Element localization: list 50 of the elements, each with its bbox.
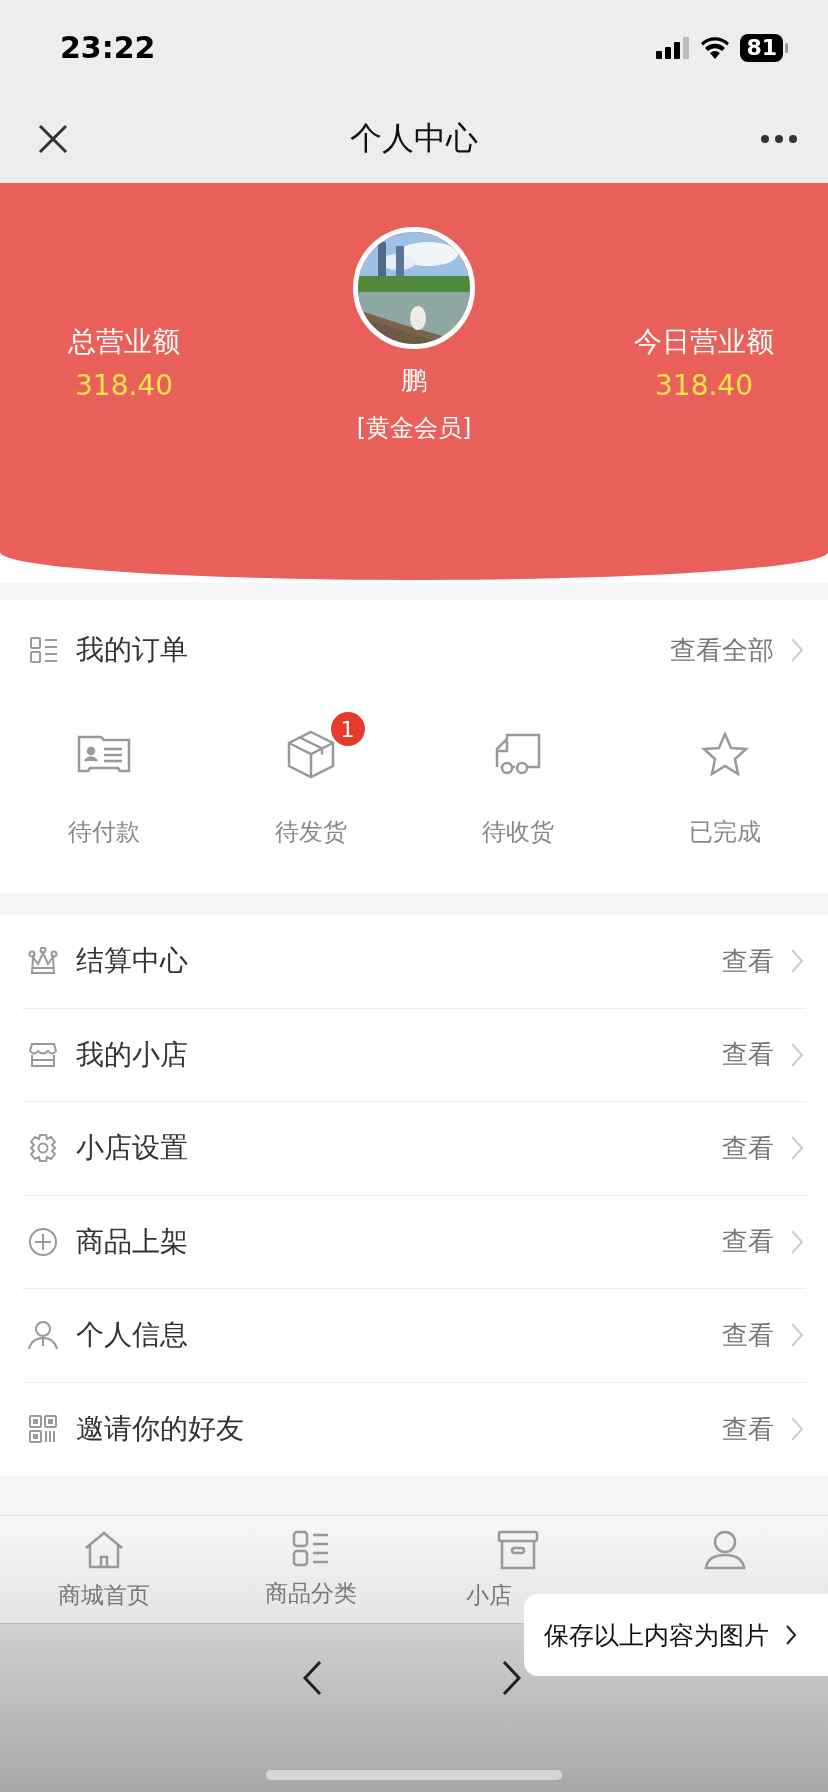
order-status-item[interactable]: 待收货 [414,700,621,848]
order-status-item[interactable]: 1 待发货 [207,700,414,848]
menu-item[interactable]: 结算中心 查看 [22,915,806,1009]
user-name: 鹏 [401,364,427,397]
user-icon [703,1530,746,1570]
person-icon [28,1320,58,1351]
back-icon[interactable] [302,1660,322,1696]
forward-icon[interactable] [502,1660,522,1696]
stat-value: 318.40 [655,369,753,402]
category-icon [291,1530,330,1568]
view-all-link[interactable]: 查看全部 [670,632,804,668]
menu-item[interactable]: 商品上架 查看 [22,1195,806,1289]
archive-box-icon [496,1530,539,1570]
list-icon [30,637,58,663]
crown-icon [28,947,58,976]
menu-item[interactable]: 我的小店 查看 [22,1008,806,1102]
member-level: [黄金会员] [356,413,472,444]
chevron-right-icon [790,948,804,975]
orders-title: 我的订单 [76,632,189,668]
close-icon[interactable] [38,124,68,154]
chevron-right-icon [790,1416,804,1443]
menu-item[interactable]: 邀请你的好友 查看 [22,1382,806,1476]
add-icon [28,1226,58,1257]
count-badge: 1 [330,712,365,746]
status-time: 23:22 [60,30,156,65]
chevron-right-icon [785,1624,797,1646]
id-card-icon [76,733,131,775]
stat-value: 318.40 [75,369,173,402]
chevron-right-icon [790,1135,804,1162]
stat-label: 今日营业额 [634,324,774,360]
tab-item[interactable]: 商城首页 [0,1516,207,1623]
chevron-right-icon [790,1041,804,1068]
settings-icon [28,1133,58,1164]
tab-item[interactable]: 商品分类 [207,1516,414,1623]
save-image-toast[interactable]: 保存以上内容为图片 [524,1594,828,1676]
stat-label: 总营业额 [68,324,180,360]
shop-icon [28,1041,58,1068]
signal-icon [656,36,691,59]
order-status-item[interactable]: 待付款 [0,700,207,848]
menu-item[interactable]: 小店设置 查看 [22,1102,806,1196]
order-status-item[interactable]: 已完成 [621,700,828,848]
chevron-right-icon [790,637,804,663]
chevron-right-icon [790,1228,804,1255]
chevron-right-icon [790,1322,804,1349]
menu-item[interactable]: 个人信息 查看 [22,1289,806,1383]
star-icon [700,731,749,777]
wifi-icon [700,36,731,59]
qr-code-icon [29,1415,57,1444]
page-title: 个人中心 [350,118,478,159]
more-icon[interactable] [760,134,798,144]
